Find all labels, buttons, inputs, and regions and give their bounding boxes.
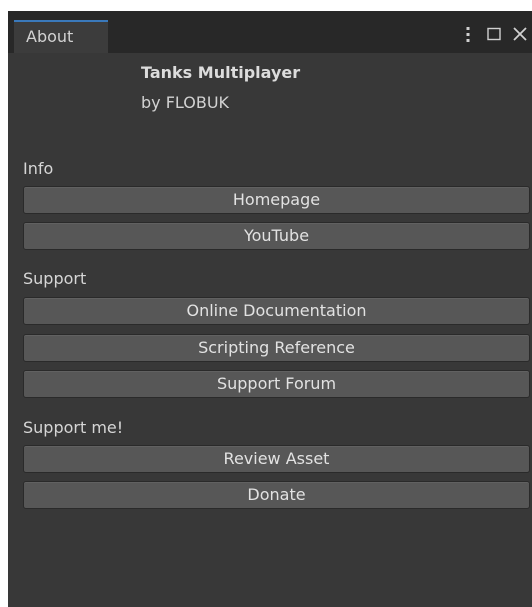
homepage-button[interactable]: Homepage bbox=[23, 186, 530, 214]
app-author: by FLOBUK bbox=[141, 93, 230, 112]
scripting-reference-button[interactable]: Scripting Reference bbox=[23, 334, 530, 362]
close-icon[interactable] bbox=[510, 23, 530, 45]
about-content: Tanks Multiplayer by FLOBUK Info Homepag… bbox=[8, 53, 532, 607]
maximize-icon[interactable] bbox=[484, 23, 504, 45]
tab-about[interactable]: About bbox=[14, 20, 108, 53]
donate-button[interactable]: Donate bbox=[23, 481, 530, 509]
window-titlebar: About bbox=[8, 11, 532, 53]
app-title: Tanks Multiplayer bbox=[141, 63, 301, 82]
support-forum-button[interactable]: Support Forum bbox=[23, 370, 530, 398]
online-documentation-button[interactable]: Online Documentation bbox=[23, 297, 530, 325]
info-section-label: Info bbox=[23, 159, 54, 178]
kebab-menu-icon[interactable] bbox=[458, 23, 478, 45]
support-me-section-label: Support me! bbox=[23, 418, 124, 437]
review-asset-button[interactable]: Review Asset bbox=[23, 445, 530, 473]
window-controls bbox=[458, 23, 530, 45]
about-window: About Tanks Multiplayer by FLOBUK Info H… bbox=[8, 11, 532, 607]
youtube-button[interactable]: YouTube bbox=[23, 222, 530, 250]
support-section-label: Support bbox=[23, 269, 87, 288]
tab-label: About bbox=[26, 27, 74, 46]
